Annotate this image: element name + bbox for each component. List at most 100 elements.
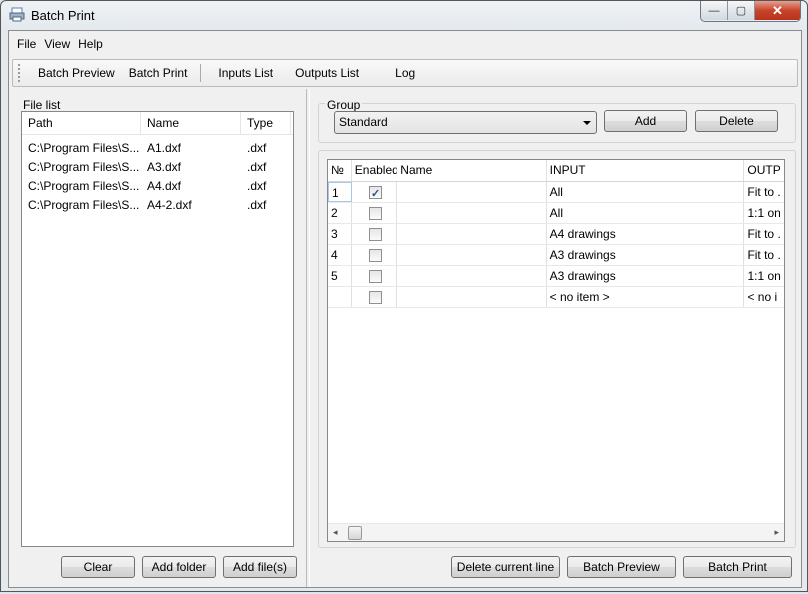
delete-current-line-button[interactable]: Delete current line [451, 556, 560, 578]
file-type: .dxf [247, 198, 267, 212]
output-cell[interactable]: 1:1 on [744, 203, 784, 223]
input-cell[interactable]: A3 drawings [547, 245, 745, 265]
input-cell[interactable]: All [547, 203, 745, 223]
file-row[interactable]: C:\Program Files\S... A3.dxf .dxf [22, 158, 293, 177]
grid-row[interactable]: 5 A3 drawings 1:1 on [328, 266, 784, 287]
grid-row[interactable]: 1 All Fit to . [328, 182, 784, 203]
enabled-checkbox[interactable] [369, 291, 383, 304]
title-bar: Batch Print — ▢ ✕ [1, 1, 807, 29]
window-title: Batch Print [31, 8, 95, 23]
enabled-cell [352, 287, 398, 307]
column-output[interactable]: OUTP [744, 160, 784, 181]
name-cell[interactable] [397, 182, 547, 202]
add-files-button[interactable]: Add file(s) [223, 556, 297, 578]
enabled-checkbox[interactable] [369, 184, 383, 202]
output-cell[interactable]: 1:1 on [744, 266, 784, 286]
name-cell[interactable] [397, 224, 547, 244]
enabled-cell [352, 203, 398, 223]
horizontal-scrollbar[interactable]: ◂ ▸ [328, 523, 784, 541]
enabled-cell [352, 266, 398, 286]
input-cell[interactable]: All [547, 182, 745, 202]
enabled-checkbox[interactable] [369, 207, 383, 220]
row-number[interactable]: 3 [328, 224, 352, 244]
file-name: A4-2.dxf [147, 198, 192, 212]
enabled-checkbox[interactable] [369, 249, 383, 262]
menu-file[interactable]: File [14, 37, 39, 51]
scroll-thumb[interactable] [348, 526, 362, 540]
input-cell[interactable]: A4 drawings [547, 224, 745, 244]
batch-print-button[interactable]: Batch Print [683, 556, 792, 578]
minimize-button[interactable]: — [701, 1, 728, 20]
column-path[interactable]: Path [22, 112, 141, 134]
group-select[interactable]: Standard [334, 111, 597, 134]
file-row[interactable]: C:\Program Files\S... A1.dxf .dxf [22, 139, 293, 158]
file-path: C:\Program Files\S... [28, 179, 140, 193]
grid-row[interactable]: 3 A4 drawings Fit to . [328, 224, 784, 245]
scroll-left-icon[interactable]: ◂ [333, 527, 338, 538]
clear-button[interactable]: Clear [61, 556, 135, 578]
rules-grid[interactable]: № Enabled Name INPUT OUTP 1 All Fit to .… [327, 159, 785, 542]
grid-row[interactable]: 4 A3 drawings Fit to . [328, 245, 784, 266]
group-delete-button[interactable]: Delete [695, 110, 778, 132]
name-cell[interactable] [397, 266, 547, 286]
chevron-down-icon [583, 121, 591, 125]
maximize-icon: ▢ [735, 5, 747, 17]
batch-preview-button[interactable]: Batch Preview [567, 556, 676, 578]
close-button[interactable]: ✕ [755, 1, 800, 20]
toolbar-batch-preview[interactable]: Batch Preview [31, 66, 122, 80]
maximize-button[interactable]: ▢ [728, 1, 755, 20]
output-cell[interactable]: < no i [744, 287, 784, 307]
input-cell[interactable]: A3 drawings [547, 266, 745, 286]
file-row[interactable]: C:\Program Files\S... A4.dxf .dxf [22, 177, 293, 196]
group-label: Group [325, 98, 363, 112]
file-path: C:\Program Files\S... [28, 141, 140, 155]
group-add-button[interactable]: Add [604, 110, 687, 132]
toolbar: Batch Preview Batch Print Inputs List Ou… [12, 59, 798, 87]
row-number[interactable] [328, 287, 352, 307]
row-number[interactable]: 2 [328, 203, 352, 223]
file-name: A4.dxf [147, 179, 182, 193]
close-icon: ✕ [772, 2, 783, 18]
grid-row-new[interactable]: < no item > < no i [328, 287, 784, 308]
file-list[interactable]: Path Name Type C:\Program Files\S... A1.… [21, 111, 294, 547]
toolbar-batch-print[interactable]: Batch Print [122, 66, 195, 80]
row-number[interactable]: 4 [328, 245, 352, 265]
output-cell[interactable]: Fit to . [744, 182, 784, 202]
column-input[interactable]: INPUT [547, 160, 745, 181]
enabled-cell [352, 182, 398, 202]
pane-splitter[interactable] [306, 89, 310, 587]
add-folder-button[interactable]: Add folder [142, 556, 216, 578]
printer-icon [9, 7, 25, 22]
column-name[interactable]: Name [397, 160, 547, 181]
input-cell[interactable]: < no item > [547, 287, 745, 307]
name-cell[interactable] [397, 245, 547, 265]
group-select-value: Standard [339, 115, 388, 129]
row-number[interactable]: 1 [328, 182, 352, 202]
column-number[interactable]: № [328, 160, 352, 181]
toolbar-inputs-list[interactable]: Inputs List [211, 66, 280, 80]
enabled-checkbox[interactable] [369, 270, 383, 283]
name-cell[interactable] [397, 203, 547, 223]
menu-view[interactable]: View [41, 37, 73, 51]
menu-help[interactable]: Help [75, 37, 106, 51]
column-name[interactable]: Name [141, 112, 241, 134]
column-enabled[interactable]: Enabled [352, 160, 398, 181]
toolbar-grip[interactable] [18, 64, 23, 82]
output-cell[interactable]: Fit to . [744, 245, 784, 265]
window-controls: — ▢ ✕ [700, 1, 801, 22]
toolbar-log[interactable]: Log [388, 66, 422, 80]
name-cell[interactable] [397, 287, 547, 307]
enabled-checkbox[interactable] [369, 228, 383, 241]
scroll-right-icon[interactable]: ▸ [774, 527, 779, 538]
enabled-cell [352, 245, 398, 265]
grid-row[interactable]: 2 All 1:1 on [328, 203, 784, 224]
column-type[interactable]: Type [241, 112, 291, 134]
file-type: .dxf [247, 141, 267, 155]
file-type: .dxf [247, 179, 267, 193]
file-row[interactable]: C:\Program Files\S... A4-2.dxf .dxf [22, 196, 293, 215]
output-cell[interactable]: Fit to . [744, 224, 784, 244]
client-area: File View Help Batch Preview Batch Print… [8, 30, 802, 588]
toolbar-outputs-list[interactable]: Outputs List [288, 66, 366, 80]
row-number[interactable]: 5 [328, 266, 352, 286]
file-name: A1.dxf [147, 141, 182, 155]
